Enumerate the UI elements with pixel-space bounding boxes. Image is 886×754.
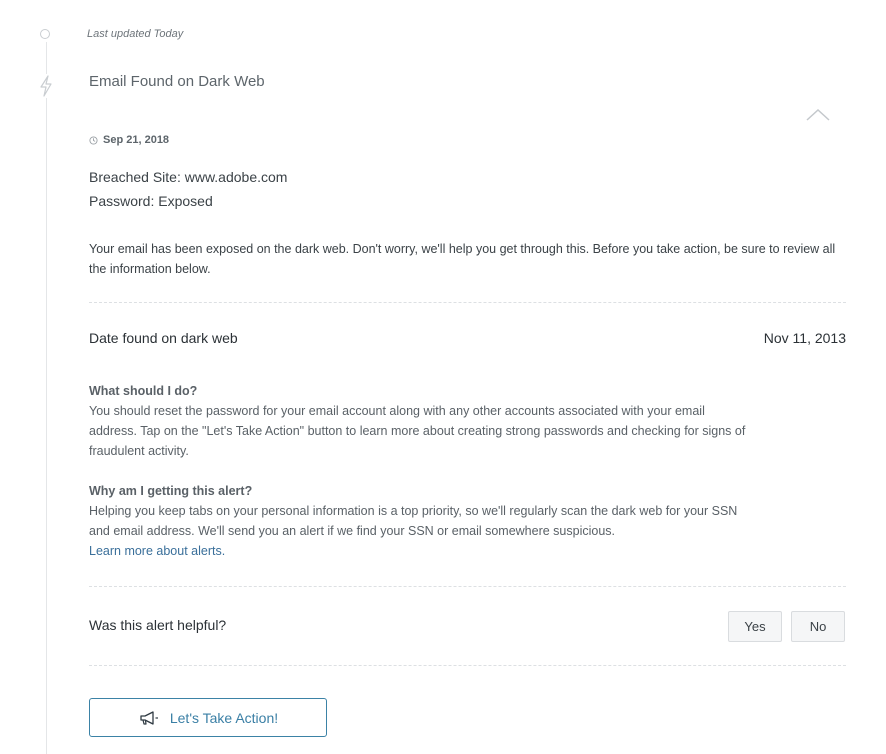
take-action-label: Let's Take Action! [169, 709, 279, 726]
last-updated-text: Last updated Today [87, 28, 184, 40]
faq-what-to-do: What should I do? You should reset the p… [89, 381, 749, 461]
alert-description: Your email has been exposed on the dark … [89, 242, 836, 276]
faq-why-alert: Why am I getting this alert? Helping you… [89, 481, 749, 561]
megaphone-icon [140, 710, 158, 725]
feedback-question: Was this alert helpful? [89, 617, 227, 633]
clock-icon [89, 135, 98, 145]
found-date-value: Nov 11, 2013 [763, 330, 846, 346]
timeline-dot-icon [40, 29, 50, 39]
take-action-button[interactable]: Let's Take Action! [89, 698, 327, 737]
divider [89, 586, 846, 587]
faq-question: Why am I getting this alert? [89, 484, 253, 498]
faq-question: What should I do? [89, 384, 198, 398]
password-status: Password: Exposed [89, 193, 213, 209]
alert-date: Sep 21, 2018 [89, 134, 169, 146]
timeline-line [46, 42, 47, 754]
no-button[interactable]: No [791, 611, 845, 642]
alert-title: Email Found on Dark Web [89, 73, 265, 90]
faq-answer: Helping you keep tabs on your personal i… [89, 504, 738, 538]
found-date-label: Date found on dark web [89, 330, 238, 346]
lightning-bolt-icon [37, 74, 55, 98]
divider [89, 665, 846, 666]
learn-more-alerts-link[interactable]: Learn more about alerts. [89, 541, 749, 561]
yes-button[interactable]: Yes [728, 611, 782, 642]
faq-answer: You should reset the password for your e… [89, 404, 746, 458]
alert-date-text: Sep 21, 2018 [103, 134, 170, 146]
divider [89, 302, 846, 303]
chevron-up-icon[interactable] [805, 107, 831, 123]
breached-site: Breached Site: www.adobe.com [89, 169, 288, 185]
